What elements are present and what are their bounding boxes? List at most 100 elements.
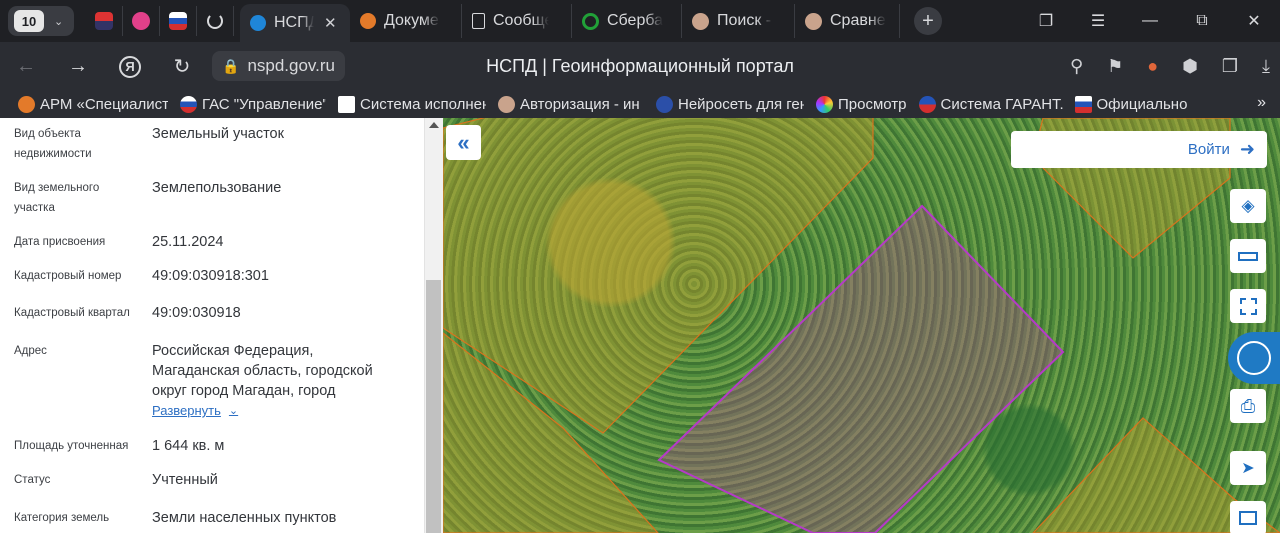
pinned-tab[interactable] [197,6,234,36]
bookmark-item[interactable]: Авторизация - ин [498,95,644,113]
bookmark-item[interactable]: Система ГАРАНТ. [918,95,1063,113]
layers-button[interactable]: ◈ [1230,189,1266,223]
scrollbar-thumb[interactable] [426,280,441,533]
tab-label: НСПД [274,14,314,31]
navigation-arrow-icon: ➤ [1241,460,1255,477]
url-text: nspd.gov.ru [247,56,336,75]
bookmark-icon[interactable]: ⚑ [1107,56,1123,77]
tab-label: Сравнен [830,12,886,29]
pinned-tab[interactable] [123,6,160,36]
expand-label: Развернуть [152,403,221,418]
bookmark-item[interactable]: Официально [1074,95,1205,113]
scroll-up-arrow-icon[interactable] [429,122,439,128]
field-label: Вид объекта недвижимости [14,128,92,160]
bookmark-favicon-icon [18,95,35,113]
new-tab-button[interactable]: + [914,7,942,35]
field-value: 49:09:030918 [152,305,241,321]
close-icon[interactable]: ✕ [324,14,337,32]
pinned-tab[interactable] [160,6,197,36]
bookmark-item[interactable]: ГАС "Управление" [180,95,326,113]
bookmark-item[interactable]: Система исполнен [338,95,486,113]
tab-count: 10 [14,10,44,32]
tab-documents[interactable]: Докумен [350,4,462,38]
avatar-icon [805,12,822,30]
more-bookmarks-icon[interactable]: » [1257,94,1266,112]
extension-icon[interactable]: ● [1147,56,1158,77]
collections-icon[interactable]: ❐ [1020,11,1072,31]
object-info-panel: Вид объекта недвижимости Земельный участ… [0,118,443,533]
minimap-icon [1239,511,1257,525]
tab-label: Сообще [493,12,549,29]
sberbank-icon [582,12,599,30]
bookmark-item[interactable]: Просмотр [816,95,907,113]
parcel-overlay [443,118,1280,533]
avatar-icon [498,95,515,113]
reload-icon[interactable]: ↻ [156,54,208,79]
bookmarks-bar: АРМ «Специалист ГАС "Управление" Система… [0,90,1280,118]
collapse-panel-button[interactable]: « [446,125,481,160]
tab-compare[interactable]: Сравнен [795,4,900,38]
ruler-icon [1238,251,1258,261]
login-label: Войти [1187,141,1230,158]
colorful-star-icon [816,95,833,113]
tab-label: Докумен [384,12,440,29]
expand-link[interactable]: Развернуть ⌄ [152,403,238,418]
field-value: Земельный участок [152,126,284,142]
panel-scrollbar[interactable] [424,118,443,533]
page-icon [472,13,485,29]
search-area-icon [1239,297,1257,315]
assistant-icon [1237,341,1271,375]
flag-icon [1074,95,1092,113]
page-title: НСПД | Геоинформационный портал [486,55,794,76]
translate-icon[interactable]: ⚲ [1070,56,1083,77]
chat-assistant-button[interactable] [1228,332,1280,384]
address-value: Российская Федерация, Магаданская област… [152,343,373,399]
print-icon: ⎙ [1240,395,1256,416]
nspd-logo-icon [250,15,266,31]
pinned-tabs [86,6,234,36]
map-view[interactable]: « Войти ➜ ◈ ⎙ ➤ [443,118,1280,533]
forward-arrow-icon[interactable]: → [52,55,104,78]
flag-icon [169,12,187,30]
pink-app-icon [132,12,150,30]
minimap-button[interactable] [1230,501,1266,533]
neural-icon [656,95,673,113]
pinned-tab[interactable] [86,6,123,36]
lock-icon: 🔒 [222,57,240,74]
tab-search[interactable]: Поиск - [682,4,795,38]
address-bar: ← → Я ↻ 🔒 nspd.gov.ru НСПД | Геоинформац… [0,42,1280,90]
login-button[interactable]: Войти ➜ [1011,131,1267,168]
chevron-down-icon: ⌄ [228,405,239,417]
print-button[interactable]: ⎙ [1230,389,1266,423]
url-field[interactable]: 🔒 nspd.gov.ru [212,51,346,81]
restore-icon[interactable]: ⧉ [1176,12,1228,30]
bookmark-item[interactable]: АРМ «Специалист [18,95,168,113]
yandex-home-button[interactable]: Я [104,54,156,78]
geolocation-button[interactable]: ➤ [1230,451,1266,485]
ruler-button[interactable] [1230,239,1266,273]
bookmark-item[interactable]: Нейросеть для ген [656,95,804,113]
back-arrow-icon[interactable]: ← [0,55,52,78]
address-bar-actions: ⚲ ⚑ ● ⬢ ❐ ⤓ [1070,56,1270,77]
minimize-icon[interactable]: — [1124,12,1176,30]
download-icon[interactable]: ⤓ [1262,56,1270,77]
vpn-icon[interactable]: ⬢ [1182,56,1198,77]
field-label: Вид земельного участка [14,182,100,214]
tab-messages[interactable]: Сообще [462,4,572,38]
menu-icon[interactable]: ☰ [1072,11,1124,31]
coat-of-arms-icon [95,12,113,30]
layers-icon: ◈ [1241,196,1255,215]
area-search-button[interactable] [1230,289,1266,323]
tab-label: Поиск - [717,12,772,29]
yandex-icon: Я [119,55,141,78]
close-window-icon[interactable]: ✕ [1228,11,1280,31]
field-label: Кадастровый номер [14,270,122,282]
tab-nspd[interactable]: НСПД ✕ [240,4,350,42]
field-value: 25.11.2024 [152,234,224,250]
flag-icon [180,95,197,113]
sign-in-icon: ➜ [1239,139,1255,159]
reader-icon[interactable]: ❐ [1222,56,1238,77]
window-controls: ❐ ☰ — ⧉ ✕ [1020,0,1280,42]
tab-counter-button[interactable]: 10 ⌄ [8,6,74,36]
tab-sberbank[interactable]: Сбербан [572,4,682,38]
